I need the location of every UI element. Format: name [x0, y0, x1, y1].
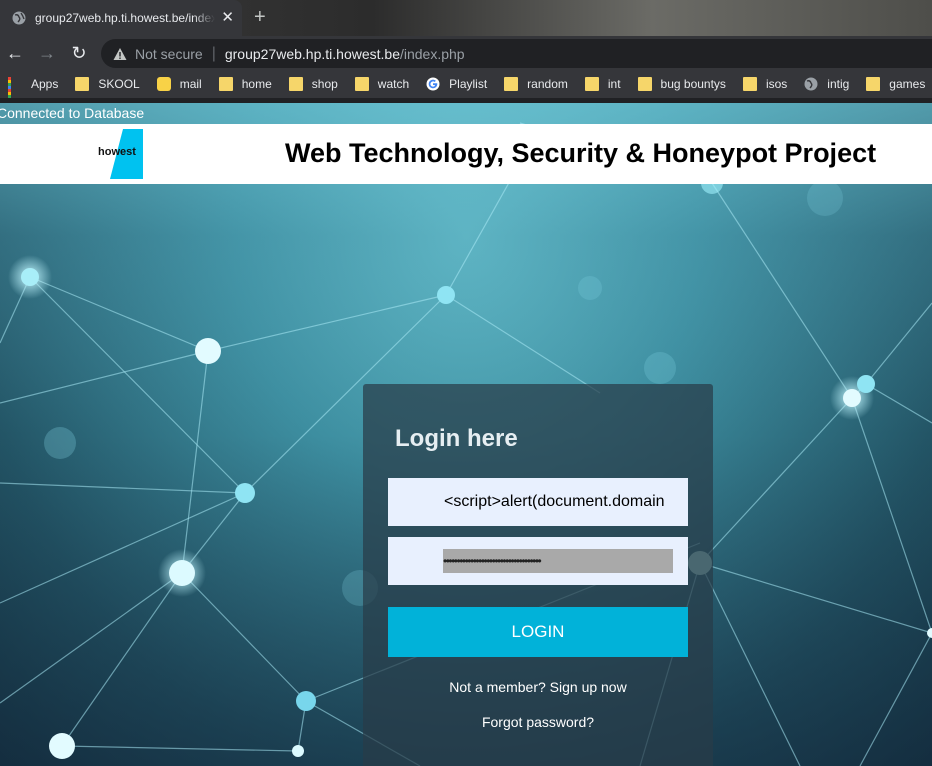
bookmark-label: bug bountys: [660, 77, 726, 91]
howest-logo: howest: [98, 129, 143, 179]
connection-status: Connected to Database: [0, 105, 145, 121]
new-tab-icon[interactable]: +: [254, 6, 266, 28]
folder-icon: [75, 77, 90, 91]
bookmark-label: home: [241, 77, 272, 91]
bookmark-watch[interactable]: watch: [354, 77, 410, 91]
bookmark-bug-bountys[interactable]: bug bountys: [637, 77, 726, 91]
logo-text: howest: [98, 146, 136, 158]
bookmark-intig[interactable]: intig: [804, 77, 849, 91]
url-host: group27web.hp.ti.howest.be: [224, 45, 400, 62]
password-input[interactable]: ••••••••••••••••••••••••••••••••••••: [388, 537, 688, 585]
mail-app-icon: [156, 77, 171, 91]
folder-icon: [866, 77, 881, 91]
bookmark-skool[interactable]: SKOOL: [75, 77, 140, 91]
site-header: howest Web Technology, Security & Honeyp…: [0, 124, 932, 184]
folder-icon: [504, 77, 519, 91]
browser-tab[interactable]: group27web.hp.ti.howest.be/index.php ✕: [0, 0, 242, 36]
tab-title: group27web.hp.ti.howest.be/index.php: [35, 11, 215, 25]
bookmark-label: random: [527, 77, 568, 91]
bookmark-label: watch: [377, 77, 410, 91]
bookmark-games[interactable]: games: [866, 77, 925, 91]
login-button[interactable]: LOGIN: [388, 607, 688, 657]
bookmark-isos[interactable]: isos: [742, 77, 788, 91]
forgot-password-link[interactable]: Forgot password?: [363, 714, 713, 730]
password-mask: ••••••••••••••••••••••••••••••••••••: [443, 549, 673, 573]
url-path: /index.php: [399, 45, 465, 62]
web-page: Connected to Database howest Web Technol…: [0, 103, 932, 766]
back-icon[interactable]: ←: [4, 42, 26, 64]
bookmark-shop[interactable]: shop: [288, 77, 338, 91]
folder-icon: [218, 77, 233, 91]
folder-icon: [742, 77, 757, 91]
bookmark-random[interactable]: random: [504, 77, 568, 91]
globe-icon: [804, 77, 818, 91]
apps-grid-icon: [8, 77, 22, 98]
folder-icon: [637, 77, 652, 91]
bookmark-label: int: [607, 77, 621, 91]
bookmark-apps[interactable]: Apps: [8, 77, 59, 98]
not-secure-label[interactable]: Not secure: [135, 46, 203, 62]
bookmark-label: intig: [827, 77, 850, 91]
folder-icon: [288, 77, 303, 91]
tab-strip: group27web.hp.ti.howest.be/index.php ✕ +: [0, 0, 932, 36]
bookmarks-bar: Apps SKOOL mail home shop watch Playlist…: [0, 70, 932, 98]
login-heading: Login here: [395, 425, 518, 452]
warning-icon: [113, 47, 127, 60]
bookmark-label: Playlist: [449, 77, 488, 91]
folder-icon: [584, 77, 599, 91]
bookmark-playlist[interactable]: Playlist: [426, 77, 487, 91]
bookmark-label: SKOOL: [98, 77, 140, 91]
bookmark-mail[interactable]: mail: [156, 77, 202, 91]
forward-icon[interactable]: →: [36, 42, 58, 64]
browser-toolbar: ← → ↻ Not secure | group27web.hp.ti.howe…: [0, 36, 932, 70]
login-panel: Login here <script>alert(document.domain…: [363, 384, 713, 766]
omnibox-divider: |: [211, 44, 216, 62]
username-input[interactable]: <script>alert(document.domain: [388, 478, 688, 526]
bookmark-home[interactable]: home: [218, 77, 272, 91]
bookmark-label: isos: [765, 77, 788, 91]
bookmark-label: games: [889, 77, 926, 91]
bookmark-int[interactable]: int: [584, 77, 621, 91]
bookmark-label: shop: [311, 77, 338, 91]
signup-link[interactable]: Not a member? Sign up now: [363, 679, 713, 695]
globe-icon: [12, 11, 26, 25]
bookmark-label: mail: [179, 77, 202, 91]
bookmark-label: Apps: [31, 77, 59, 91]
site-title: Web Technology, Security & Honeypot Proj…: [285, 138, 877, 168]
address-bar[interactable]: Not secure | group27web.hp.ti.howest.be /…: [101, 39, 932, 68]
close-tab-icon[interactable]: ✕: [221, 9, 234, 27]
reload-icon[interactable]: ↻: [68, 42, 90, 64]
folder-icon: [354, 77, 369, 91]
google-icon: [426, 77, 440, 91]
